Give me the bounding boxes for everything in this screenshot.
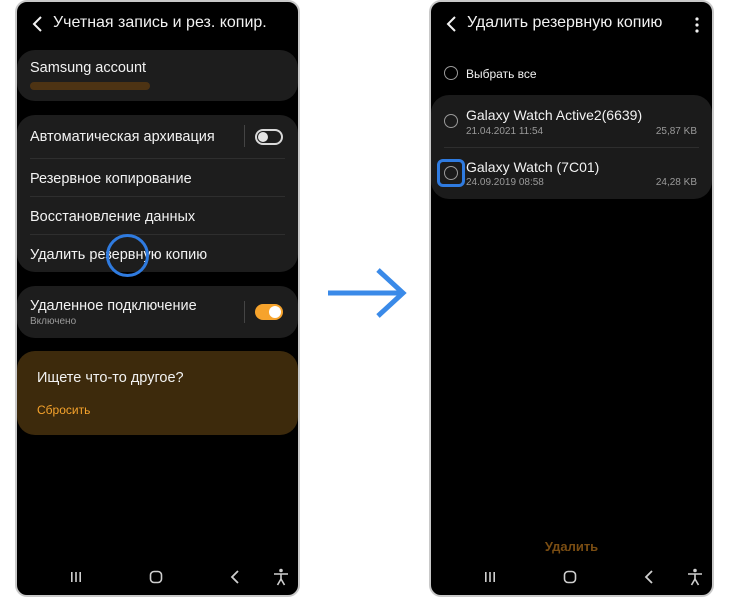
backup-size: 24,28 KB	[655, 177, 697, 188]
account-card[interactable]: Samsung account	[17, 50, 298, 101]
delete-backup-row[interactable]: Удалить резервную копию	[17, 235, 298, 272]
restore-row[interactable]: Восстановление данных	[17, 197, 298, 235]
back-icon[interactable]	[29, 13, 47, 35]
item-checkbox[interactable]	[444, 114, 458, 128]
nav-back-icon[interactable]	[226, 567, 246, 587]
accessibility-icon[interactable]	[271, 567, 291, 587]
home-icon[interactable]	[560, 567, 580, 587]
backup-label: Резервное копирование	[30, 171, 192, 187]
backup-date: 21.04.2021 11:54	[466, 126, 544, 137]
backup-device-name: Galaxy Watch Active2(6639)	[466, 107, 643, 123]
tap-indicator-square	[437, 159, 465, 187]
backup-settings-card: Автоматическая архивация Резервное копир…	[17, 115, 298, 277]
recents-icon[interactable]	[480, 567, 500, 587]
navigation-bar	[431, 559, 712, 595]
auto-archive-row[interactable]: Автоматическая архивация	[17, 115, 298, 157]
recents-icon[interactable]	[66, 567, 86, 587]
restore-label: Восстановление данных	[30, 209, 196, 225]
accessibility-icon[interactable]	[685, 567, 705, 587]
remote-connection-toggle[interactable]	[255, 304, 283, 320]
backup-device-name: Galaxy Watch (7C01)	[466, 159, 600, 175]
suggestion-title: Ищете что-то другое?	[37, 370, 184, 386]
app-bar: Удалить резервную копию	[431, 2, 712, 48]
remote-connection-status: Включено	[30, 316, 77, 327]
page-title: Учетная запись и рез. копир.	[53, 14, 267, 31]
home-icon[interactable]	[146, 567, 166, 587]
auto-archive-toggle[interactable]	[255, 129, 283, 145]
delete-button[interactable]: Удалить	[431, 539, 712, 554]
backup-size: 25,87 KB	[655, 126, 697, 137]
backup-list: Galaxy Watch Active2(6639) 21.04.2021 11…	[431, 95, 712, 199]
nav-back-icon[interactable]	[640, 567, 660, 587]
phone-screen-left: Учетная запись и рез. копир. Samsung acc…	[15, 0, 300, 597]
remote-connection-card[interactable]: Удаленное подключение Включено	[17, 286, 298, 338]
blurred-email	[30, 82, 150, 90]
tap-indicator-ring	[106, 234, 149, 277]
list-item[interactable]: Galaxy Watch (7C01) 24.09.2019 08:58 24,…	[431, 148, 712, 199]
more-icon[interactable]	[690, 14, 704, 36]
auto-archive-label: Автоматическая архивация	[30, 129, 215, 145]
backup-row[interactable]: Резервное копирование	[17, 159, 298, 197]
reset-link[interactable]: Сбросить	[37, 403, 90, 417]
app-bar: Учетная запись и рез. копир.	[17, 2, 298, 48]
backup-date: 24.09.2019 08:58	[466, 177, 544, 188]
select-all-checkbox[interactable]	[444, 66, 458, 80]
list-item[interactable]: Galaxy Watch Active2(6639) 21.04.2021 11…	[431, 95, 712, 147]
samsung-account-label: Samsung account	[30, 60, 147, 76]
separator	[244, 301, 245, 323]
page-title: Удалить резервную копию	[467, 14, 663, 31]
remote-connection-label: Удаленное подключение	[30, 298, 197, 314]
navigation-bar	[17, 559, 298, 595]
select-all-label: Выбрать все	[466, 67, 537, 81]
suggestion-card: Ищете что-то другое? Сбросить	[17, 351, 298, 435]
back-icon[interactable]	[443, 13, 461, 35]
select-all-row[interactable]: Выбрать все	[431, 60, 712, 88]
phone-screen-right: Удалить резервную копию Выбрать все Gala…	[429, 0, 714, 597]
arrow-right-icon	[328, 268, 407, 318]
separator	[244, 125, 245, 147]
